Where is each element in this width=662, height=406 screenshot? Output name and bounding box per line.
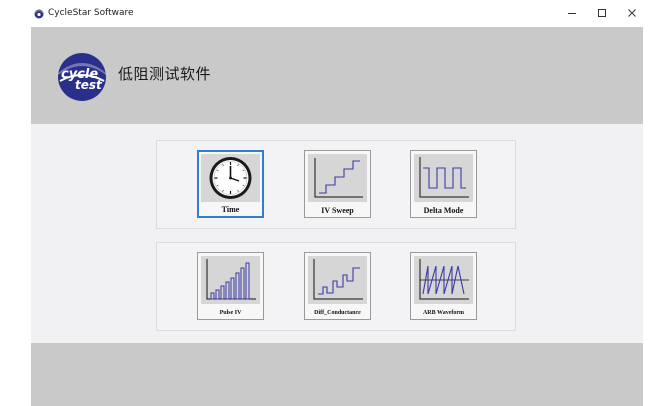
arb-waveform-icon [419, 259, 469, 300]
footer-band [31, 343, 643, 406]
close-icon [628, 9, 636, 17]
tile-art [308, 256, 367, 304]
minimize-icon [568, 13, 576, 14]
window-title: CycleStar Software [48, 8, 134, 18]
header-banner: cycle test 低阻测试软件 [31, 27, 643, 124]
time-mode-button[interactable]: Time [197, 150, 264, 218]
tile-label: Diff_Conductance [314, 310, 361, 316]
tile-art [414, 154, 473, 202]
tile-label: Time [221, 205, 240, 214]
tile-label: Delta Mode [423, 206, 464, 215]
maximize-button[interactable] [587, 0, 617, 26]
close-button[interactable] [617, 0, 647, 26]
diff-conductance-button[interactable]: Diff_Conductance [304, 252, 371, 320]
app-heading: 低阻测试软件 [118, 65, 212, 83]
tile-label: Pulse IV [219, 310, 242, 316]
tile-art [201, 256, 260, 304]
title-bar[interactable]: CycleStar Software [0, 0, 662, 26]
delta-mode-button[interactable]: Delta Mode [410, 150, 477, 218]
logo-text-test: test [75, 78, 103, 92]
pulse-iv-button[interactable]: Pulse IV [197, 252, 264, 320]
tile-label: IV Sweep [321, 206, 354, 215]
tile-label: ARB Waveform [422, 310, 465, 316]
diff-staircase-icon [313, 259, 363, 300]
tile-art [201, 154, 260, 202]
tile-art [414, 256, 473, 304]
tile-art [308, 154, 367, 202]
maximize-icon [598, 9, 606, 17]
pulse-bars-icon [206, 259, 256, 300]
app-window: CycleStar Software cycle test 低阻测试软件 Tim… [0, 0, 662, 406]
mode-group-1: Time IV Sweep Delta Mode [156, 140, 516, 229]
minimize-button[interactable] [557, 0, 587, 26]
app-icon [34, 9, 44, 19]
iv-sweep-button[interactable]: IV Sweep [304, 150, 371, 218]
arb-waveform-button[interactable]: ARB Waveform [410, 252, 477, 320]
cycletest-logo: cycle test [58, 53, 106, 101]
staircase-icon [314, 158, 363, 198]
clock-icon [209, 157, 252, 199]
mode-group-2: Pulse IV Diff_Conductance ARB Waveform [156, 242, 516, 331]
main-content: Time IV Sweep Delta Mode Pulse IV Diff_C… [31, 124, 643, 343]
square-wave-icon [419, 157, 469, 198]
